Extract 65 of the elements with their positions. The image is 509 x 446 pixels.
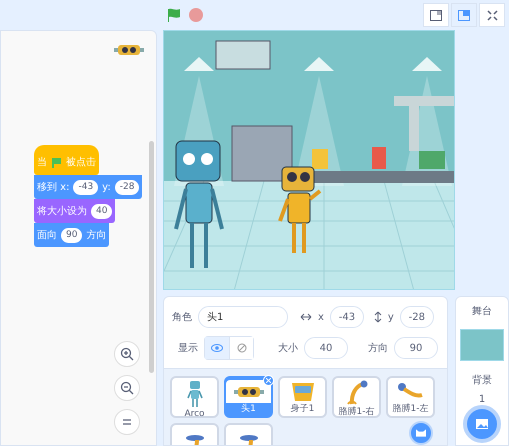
large-stage-icon xyxy=(458,10,470,20)
sprite-label: 角色 xyxy=(172,310,192,324)
block-label: 将大小设为 xyxy=(37,204,87,218)
sprite-tile[interactable]: 胳膊1-左 xyxy=(386,376,435,418)
y-field[interactable]: -28 xyxy=(400,306,434,328)
y-label: y xyxy=(388,310,394,324)
horizontal-arrows-icon xyxy=(300,313,312,321)
zoom-in-icon xyxy=(120,347,134,361)
backdrop-count: 1 xyxy=(478,393,486,407)
sprite-name: 胳膊1-右 xyxy=(338,406,374,419)
code-block[interactable]: 面向 90 方向 xyxy=(34,223,110,247)
robot-head-icon xyxy=(234,384,264,398)
zoom-out-icon xyxy=(120,381,134,395)
size-field[interactable]: 40 xyxy=(304,337,348,359)
picture-icon xyxy=(475,418,489,430)
robot-icon xyxy=(186,380,202,408)
block-input[interactable]: -28 xyxy=(114,180,140,194)
sprite-name: 头1 xyxy=(241,403,256,416)
x-label: x xyxy=(318,310,324,324)
sprite-name: Arco xyxy=(184,408,205,421)
direction-field[interactable]: 90 xyxy=(394,337,438,359)
x-field[interactable]: -43 xyxy=(330,306,364,328)
block-input[interactable]: 40 xyxy=(91,204,112,218)
sprite-tile[interactable]: 胳膊1-右 xyxy=(332,376,381,418)
eye-icon xyxy=(211,344,223,352)
block-label: 方向 xyxy=(86,228,106,242)
block-input[interactable]: -43 xyxy=(73,180,98,194)
hidden-icon xyxy=(236,343,246,353)
direction-label: 方向 xyxy=(368,342,388,356)
small-stage-button[interactable] xyxy=(423,3,449,27)
reset-zoom-button[interactable] xyxy=(114,409,140,435)
flag-icon xyxy=(51,156,62,168)
add-backdrop-button[interactable] xyxy=(463,405,501,443)
fullscreen-button[interactable] xyxy=(479,3,505,27)
block-label: 移到 x: xyxy=(37,180,70,194)
flag-icon[interactable] xyxy=(167,8,181,22)
sprite-name-field[interactable]: 头1 xyxy=(198,306,288,328)
sprite-tile[interactable]: Arco xyxy=(170,376,219,418)
fullscreen-icon xyxy=(486,10,498,20)
block-label: 当 xyxy=(37,156,47,170)
size-label: 大小 xyxy=(278,342,298,356)
robot-head-icon xyxy=(114,43,144,57)
block-label: 面向 xyxy=(37,228,57,242)
small-stage-icon xyxy=(430,10,442,20)
scrollbar[interactable] xyxy=(149,141,154,373)
block-label: y: xyxy=(102,180,111,194)
code-block[interactable]: 将大小设为 40 xyxy=(34,199,116,223)
sprite-name: 身子1 xyxy=(290,403,314,416)
stop-icon[interactable] xyxy=(189,8,203,22)
backdrop-thumbnail[interactable] xyxy=(460,329,504,361)
vertical-arrows-icon xyxy=(374,311,382,323)
stage-title: 舞台 xyxy=(472,304,492,318)
sprite-tile[interactable]: 身子1 xyxy=(278,376,327,418)
show-button[interactable] xyxy=(205,337,229,359)
show-label: 显示 xyxy=(178,342,198,356)
zoom-out-button[interactable] xyxy=(114,375,140,401)
delete-icon[interactable] xyxy=(263,375,274,386)
code-block[interactable]: 移到 x: -43 y: -28 xyxy=(34,175,142,199)
block-input[interactable]: 90 xyxy=(61,228,82,242)
block-label: 被点击 xyxy=(66,156,96,170)
backdrop-label: 背景 xyxy=(472,374,492,388)
robot-body-icon xyxy=(290,380,316,402)
zoom-in-button[interactable] xyxy=(114,341,140,367)
hide-button[interactable] xyxy=(229,337,253,359)
sprite-name: 胳膊1-左 xyxy=(392,403,428,416)
